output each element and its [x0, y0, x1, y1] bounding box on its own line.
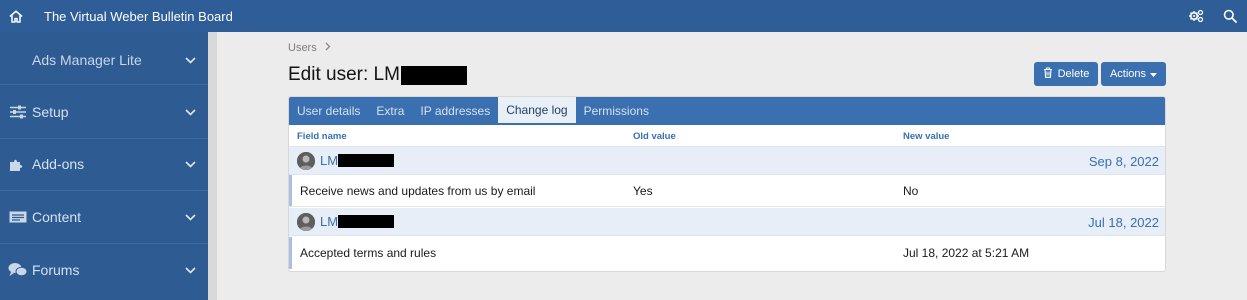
tab-ip-addresses[interactable]: IP addresses: [412, 97, 498, 125]
column-header-field-name: Field name: [297, 131, 347, 142]
page-title: Edit user: LM: [288, 64, 467, 86]
breadcrumb: Users: [288, 42, 331, 54]
redaction-bar: [338, 215, 395, 228]
sidebar: Ads Manager Lite Setup Add-ons Content F…: [0, 32, 208, 300]
old-value-cell: Yes: [633, 184, 653, 198]
change-date[interactable]: Sep 8, 2022: [1089, 154, 1159, 169]
actions-button[interactable]: Actions: [1101, 62, 1166, 86]
redaction-bar: [400, 65, 467, 85]
chevron-down-icon: [182, 108, 198, 116]
redaction-bar: [338, 154, 395, 167]
sliders-icon: [8, 104, 28, 120]
settings-icon[interactable]: [1179, 0, 1213, 32]
field-name-cell: Accepted terms and rules: [300, 246, 437, 260]
app-title[interactable]: The Virtual Weber Bulletin Board: [44, 9, 233, 24]
tab-permissions[interactable]: Permissions: [576, 97, 657, 125]
avatar[interactable]: [297, 213, 315, 231]
change-group-header: LM Jul 18, 2022: [289, 208, 1165, 236]
top-bar: The Virtual Weber Bulletin Board: [0, 0, 1247, 32]
sidebar-item-ads-manager-lite[interactable]: Ads Manager Lite: [0, 34, 208, 86]
change-user-link[interactable]: LM: [320, 214, 395, 229]
chevron-down-icon: [182, 213, 198, 221]
sidebar-item-label: Add-ons: [32, 156, 85, 172]
change-group-header: LM Sep 8, 2022: [289, 147, 1165, 175]
table-header: Field name Old value New value: [289, 125, 1165, 147]
main-content: Users Edit user: LM Delete Actions User …: [217, 32, 1247, 300]
delete-button[interactable]: Delete: [1034, 62, 1098, 86]
change-date[interactable]: Jul 18, 2022: [1088, 215, 1159, 230]
sidebar-item-label: Forums: [32, 262, 80, 278]
page-title-text: Edit user: LM: [288, 64, 400, 85]
actions-button-label: Actions: [1109, 68, 1147, 80]
tab-user-details[interactable]: User details: [289, 97, 368, 125]
search-icon[interactable]: [1213, 0, 1247, 32]
column-header-old-value: Old value: [633, 131, 676, 142]
new-value-cell: No: [903, 184, 919, 198]
chevron-down-icon: [182, 56, 198, 64]
home-icon[interactable]: [0, 0, 32, 32]
change-user-link[interactable]: LM: [320, 153, 395, 168]
sidebar-item-label: Ads Manager Lite: [32, 52, 142, 68]
change-log-panel: User details Extra IP addresses Change l…: [288, 96, 1166, 272]
sidebar-scrollbar[interactable]: [208, 32, 217, 300]
column-header-new-value: New value: [903, 131, 950, 142]
sidebar-item-label: Content: [32, 209, 82, 225]
trash-icon: [1043, 67, 1053, 81]
username-text: LM: [320, 214, 339, 229]
sidebar-divider: [0, 84, 208, 85]
new-value-cell: Jul 18, 2022 at 5:21 AM: [903, 246, 1030, 260]
table-row: Accepted terms and rules Jul 18, 2022 at…: [289, 237, 1165, 269]
caret-down-icon: [1150, 68, 1158, 80]
sidebar-item-content[interactable]: Content: [0, 191, 208, 243]
chevron-down-icon: [182, 160, 198, 168]
chevron-right-icon: [325, 42, 331, 54]
sidebar-item-label: Setup: [32, 104, 69, 120]
tab-change-log[interactable]: Change log: [498, 97, 576, 125]
delete-button-label: Delete: [1057, 68, 1090, 80]
content-icon: [8, 209, 28, 225]
table-row: Receive news and updates from us by emai…: [289, 175, 1165, 207]
sidebar-item-setup[interactable]: Setup: [0, 86, 208, 138]
breadcrumb-item-users[interactable]: Users: [288, 42, 317, 54]
field-name-cell: Receive news and updates from us by emai…: [300, 184, 536, 198]
sidebar-item-forums[interactable]: Forums: [0, 244, 208, 296]
tab-extra[interactable]: Extra: [368, 97, 412, 125]
sidebar-item-add-ons[interactable]: Add-ons: [0, 138, 208, 190]
puzzle-icon: [8, 156, 28, 172]
avatar[interactable]: [297, 152, 315, 170]
forums-icon: [8, 262, 28, 278]
username-text: LM: [320, 153, 339, 168]
chevron-down-icon: [182, 266, 198, 274]
tab-bar: User details Extra IP addresses Change l…: [289, 97, 1165, 125]
